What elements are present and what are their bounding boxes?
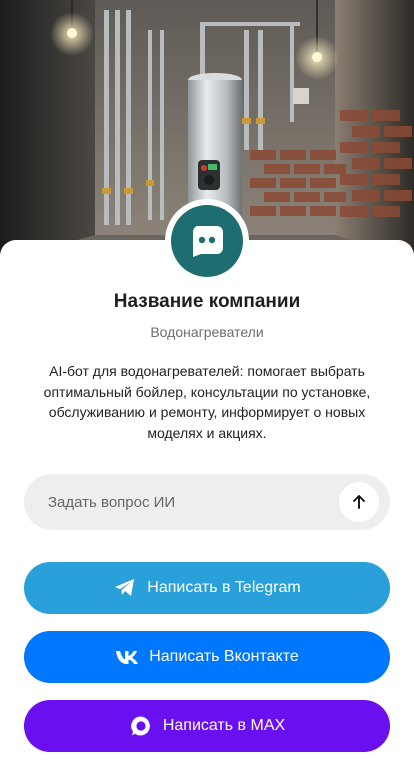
company-name: Название компании: [113, 291, 301, 312]
telegram-icon: [113, 576, 137, 600]
arrow-up-icon: [353, 495, 365, 509]
telegram-button-label: Написать в Telegram: [147, 579, 301, 596]
max-button-label: Написать в MAX: [162, 717, 286, 734]
vk-button-label: Написать Вконтакте: [149, 648, 299, 665]
avatar: [165, 199, 249, 283]
write-vk-button[interactable]: Написать Вконтакте: [24, 631, 390, 683]
write-telegram-button[interactable]: Написать в Telegram: [24, 562, 390, 614]
send-button[interactable]: [339, 482, 379, 522]
ask-ai-input[interactable]: [48, 474, 348, 530]
ask-ai-field: [24, 474, 390, 530]
company-description: AI-бот для водонагревателей: помогает вы…: [43, 363, 371, 441]
chat-bot-icon: [192, 226, 223, 257]
write-max-button[interactable]: Написать в MAX: [24, 700, 390, 752]
max-icon: [129, 714, 153, 738]
vk-icon: [115, 645, 139, 669]
avatar-circle: [171, 205, 243, 277]
company-category: Водонагреватели: [150, 324, 264, 340]
